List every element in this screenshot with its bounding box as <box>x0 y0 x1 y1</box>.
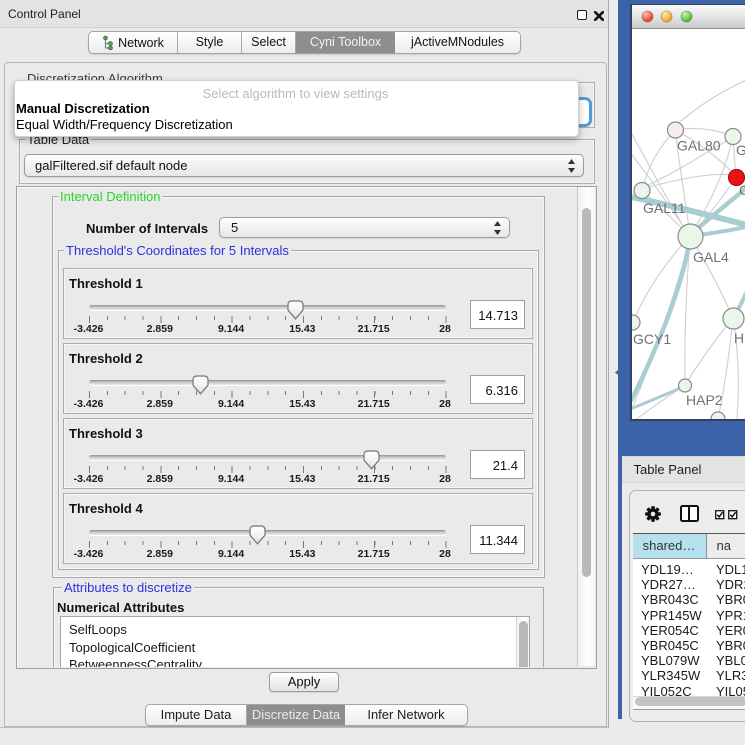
svg-text:C: C <box>739 182 745 198</box>
svg-text:GCY1: GCY1 <box>633 331 671 347</box>
svg-text:GAL80: GAL80 <box>677 138 721 154</box>
svg-text:GAL4: GAL4 <box>693 249 729 265</box>
svg-text:HAP2: HAP2 <box>686 392 723 408</box>
svg-text:GAL11: GAL11 <box>643 200 686 216</box>
svg-text:H: H <box>734 330 744 346</box>
svg-text:GA: GA <box>736 142 745 158</box>
